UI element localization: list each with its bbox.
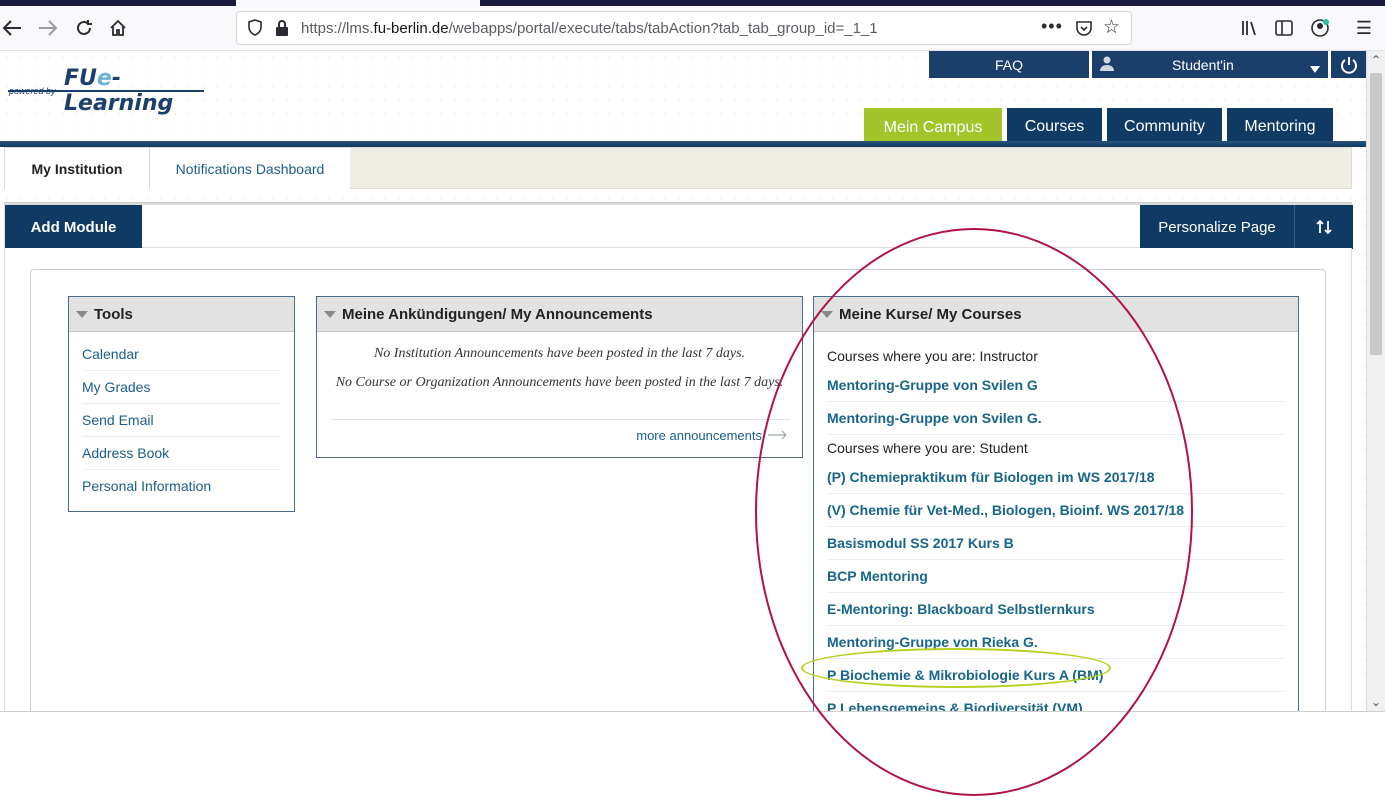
user-icon xyxy=(1100,56,1114,74)
address-bar[interactable]: https://lms.fu-berlin.de/webapps/portal/… xyxy=(236,11,1132,45)
bookmark-star-icon[interactable]: ☆ xyxy=(1103,16,1120,39)
announcements-module: Meine Ankündigungen/ My Announcements No… xyxy=(316,296,803,458)
caret-down-icon xyxy=(1310,60,1320,76)
more-announcements-link[interactable]: more announcements xyxy=(636,428,788,443)
module-title: Meine Ankündigungen/ My Announcements xyxy=(342,305,653,323)
courses-list: Courses where you are: Instructor Mentor… xyxy=(814,343,1298,724)
library-icon[interactable] xyxy=(1238,16,1262,40)
scroll-up-icon[interactable]: ⌃ xyxy=(1371,53,1381,67)
divider xyxy=(331,419,790,420)
course-role-heading-student: Courses where you are: Student xyxy=(827,440,1028,456)
tools-module: Tools Calendar My Grades Send Email Addr… xyxy=(68,296,295,512)
user-name: Student'in xyxy=(1172,56,1234,73)
module-title: Meine Kurse/ My Courses xyxy=(839,305,1022,323)
tool-link-address-book[interactable]: Address Book xyxy=(82,437,281,470)
courses-module-header[interactable]: Meine Kurse/ My Courses xyxy=(814,297,1298,332)
logout-button[interactable] xyxy=(1331,51,1366,78)
logo-powered-by: powered by xyxy=(9,86,56,96)
sub-tab-bar: My Institution Notifications Dashboard xyxy=(4,147,1352,189)
course-link[interactable]: BCP Mentoring xyxy=(827,560,1285,593)
vertical-scrollbar[interactable]: ⌃ ⌄ xyxy=(1366,51,1385,711)
account-icon[interactable] xyxy=(1308,16,1332,40)
tool-link-send-email[interactable]: Send Email xyxy=(82,404,281,437)
subtab-my-institution[interactable]: My Institution xyxy=(5,148,150,189)
pocket-icon[interactable] xyxy=(1075,19,1093,42)
more-actions-icon[interactable]: ••• xyxy=(1041,16,1063,37)
collapse-triangle-icon[interactable] xyxy=(76,310,88,318)
collapse-triangle-icon[interactable] xyxy=(324,310,336,318)
lock-icon[interactable] xyxy=(275,19,289,42)
collapse-triangle-icon[interactable] xyxy=(821,310,833,318)
shield-icon[interactable] xyxy=(247,19,263,42)
personalize-page-button[interactable]: Personalize Page xyxy=(1140,205,1295,249)
course-link[interactable]: (P) Chemiepraktikum für Biologen im WS 2… xyxy=(827,461,1285,494)
course-link[interactable]: (V) Chemie für Vet-Med., Biologen, Bioin… xyxy=(827,494,1285,527)
menu-icon[interactable]: ☰ xyxy=(1352,16,1376,40)
user-menu-button[interactable]: Student'in xyxy=(1092,51,1328,78)
institution-announcements-empty: No Institution Announcements have been p… xyxy=(373,346,746,361)
add-module-button[interactable]: Add Module xyxy=(5,205,142,249)
sidebar-icon[interactable] xyxy=(1272,16,1296,40)
reload-icon[interactable] xyxy=(72,16,96,40)
tool-link-calendar[interactable]: Calendar xyxy=(82,338,281,371)
course-announcements-empty: No Course or Organization Announcements … xyxy=(335,375,784,390)
faq-button[interactable]: FAQ xyxy=(929,51,1089,78)
course-link[interactable]: Mentoring-Gruppe von Svilen G xyxy=(827,369,1285,402)
back-arrow-icon[interactable] xyxy=(0,16,24,40)
scrollbar-thumb[interactable] xyxy=(1370,73,1382,355)
blank-area-below-viewport xyxy=(0,711,1385,797)
power-icon xyxy=(1340,56,1357,74)
tools-list: Calendar My Grades Send Email Address Bo… xyxy=(69,338,294,502)
reorder-modules-button[interactable] xyxy=(1295,205,1353,249)
course-link-highlighted[interactable]: P Biochemie & Mikrobiologie Kurs A (BM) xyxy=(827,659,1285,692)
courses-module: Meine Kurse/ My Courses Courses where yo… xyxy=(813,296,1299,726)
course-link[interactable]: Mentoring-Gruppe von Svilen G. xyxy=(827,402,1285,435)
fu-elearning-logo[interactable]: FUe-Learning powered by xyxy=(8,66,208,116)
course-link[interactable]: E-Mentoring: Blackboard Selbstlernkurs xyxy=(827,593,1285,626)
sort-arrows-icon xyxy=(1316,219,1332,235)
tool-link-my-grades[interactable]: My Grades xyxy=(82,371,281,404)
module-title: Tools xyxy=(94,305,133,323)
course-role-heading-instructor: Courses where you are: Instructor xyxy=(827,348,1038,364)
home-icon[interactable] xyxy=(106,16,130,40)
forward-arrow-icon[interactable] xyxy=(36,16,60,40)
scroll-down-icon[interactable]: ⌄ xyxy=(1371,695,1381,709)
course-link[interactable]: Basismodul SS 2017 Kurs B xyxy=(827,527,1285,560)
action-bar: Add Module Personalize Page xyxy=(4,204,1353,249)
tools-module-header[interactable]: Tools xyxy=(69,297,294,332)
announcements-module-header[interactable]: Meine Ankündigungen/ My Announcements xyxy=(317,297,802,332)
course-link[interactable]: Mentoring-Gruppe von Rieka G. xyxy=(827,626,1285,659)
subtab-notifications-dashboard[interactable]: Notifications Dashboard xyxy=(150,148,350,189)
url-text[interactable]: https://lms.fu-berlin.de/webapps/portal/… xyxy=(301,20,878,37)
browser-toolbar: https://lms.fu-berlin.de/webapps/portal/… xyxy=(0,6,1385,51)
arrow-right-icon xyxy=(768,428,788,443)
tool-link-personal-information[interactable]: Personal Information xyxy=(82,470,281,502)
